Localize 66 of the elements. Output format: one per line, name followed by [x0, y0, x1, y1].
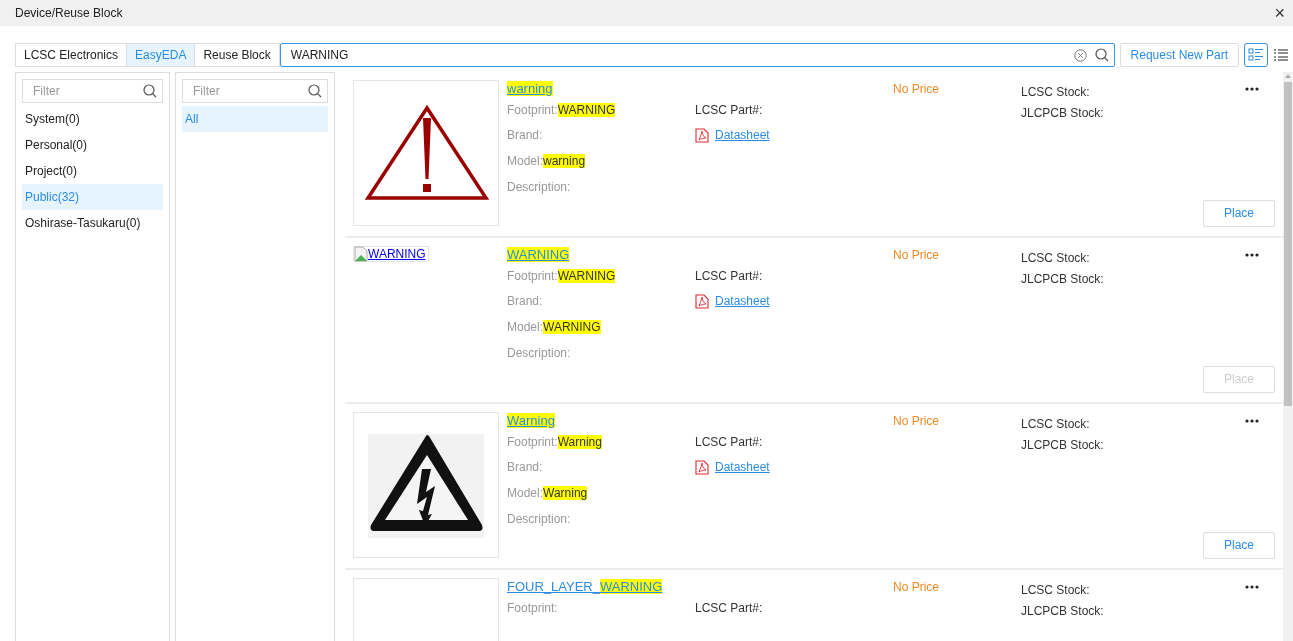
source-tab[interactable]: EasyEDA	[127, 43, 196, 67]
scrollbar[interactable]	[1283, 72, 1293, 641]
lcsc-stock-label: LCSC Stock:	[1021, 249, 1091, 267]
more-icon[interactable]	[1245, 87, 1259, 92]
source-tab[interactable]: LCSC Electronics	[15, 43, 128, 67]
jlcpcb-stock-label: JLCPCB Stock:	[1021, 602, 1105, 620]
more-icon[interactable]	[1245, 253, 1259, 258]
lcsc-part-label: LCSC Part#:	[695, 267, 764, 285]
search-field[interactable]: WARNING	[279, 43, 1115, 67]
field-label: Brand:	[507, 459, 544, 476]
part-title-link[interactable]: warning	[507, 78, 695, 99]
field-label: Footprint:	[507, 599, 559, 617]
clear-icon[interactable]	[1073, 48, 1087, 62]
more-icon[interactable]	[1245, 585, 1259, 590]
datasheet-link[interactable]: Datasheet	[715, 458, 770, 476]
datasheet-link[interactable]: Datasheet	[715, 126, 770, 144]
lcsc-stock-label: LCSC Stock:	[1021, 415, 1091, 433]
filter-field[interactable]: Filter	[182, 79, 328, 103]
lcsc-stock-label: LCSC Stock:	[1021, 83, 1091, 101]
field-label: Footprint:WARNING	[507, 267, 617, 285]
jlcpcb-stock-label: JLCPCB Stock:	[1021, 104, 1105, 122]
library-item[interactable]: Personal(0)	[22, 132, 163, 158]
list-view-icon[interactable]	[1273, 48, 1289, 62]
price-text: No Price	[893, 80, 940, 98]
part-title-link[interactable]: WARNING	[507, 244, 695, 265]
jlcpcb-stock-label: JLCPCB Stock:	[1021, 270, 1105, 288]
field-label: Description:	[507, 511, 572, 528]
broken-image-icon	[354, 246, 368, 262]
lcsc-stock-label: LCSC Stock:	[1021, 581, 1091, 599]
library-item[interactable]: Public(32)	[22, 184, 163, 210]
detail-view-button[interactable]	[1244, 43, 1268, 67]
filter-field[interactable]: Filter	[22, 79, 163, 103]
library-item[interactable]: Project(0)	[22, 158, 163, 184]
lcsc-part-label: LCSC Part#:	[695, 101, 764, 119]
lcsc-part-label: LCSC Part#:	[695, 433, 764, 451]
field-label: Footprint:Warning	[507, 433, 603, 451]
pdf-icon	[695, 127, 709, 143]
datasheet-link[interactable]: Datasheet	[715, 292, 770, 310]
part-title-link[interactable]: Warning	[507, 410, 695, 431]
category-item[interactable]: All	[182, 106, 328, 132]
price-text: No Price	[893, 246, 940, 264]
pdf-icon	[695, 293, 709, 309]
library-item[interactable]: Oshirase-Tasukaru(0)	[22, 210, 163, 236]
lcsc-part-label: LCSC Part#:	[695, 599, 764, 617]
more-icon[interactable]	[1245, 419, 1259, 424]
field-label: Description:	[507, 179, 572, 196]
field-label: Description:	[507, 345, 572, 362]
price-text: No Price	[893, 412, 940, 430]
request-part-button[interactable]: Request New Part	[1119, 43, 1239, 67]
search-icon[interactable]	[1094, 48, 1109, 62]
library-item[interactable]: System(0)	[22, 106, 163, 132]
close-button[interactable]: ×	[1274, 4, 1285, 22]
place-button[interactable]: Place	[1203, 531, 1275, 559]
field-label: Brand:	[507, 293, 544, 310]
part-title-link[interactable]: FOUR_LAYER_WARNING	[507, 576, 695, 597]
field-label: Brand:	[507, 127, 544, 144]
jlcpcb-stock-label: JLCPCB Stock:	[1021, 436, 1105, 454]
price-text: No Price	[893, 578, 940, 596]
field-label: Footprint:WARNING	[507, 101, 617, 119]
window-title: Device/Reuse Block	[15, 5, 123, 22]
pdf-icon	[695, 459, 709, 475]
search-icon[interactable]	[143, 84, 157, 98]
source-tab[interactable]: Reuse Block	[195, 43, 280, 67]
detail-view-icon[interactable]	[1248, 48, 1264, 62]
search-icon[interactable]	[308, 84, 322, 98]
place-button[interactable]: Place	[1203, 199, 1275, 227]
